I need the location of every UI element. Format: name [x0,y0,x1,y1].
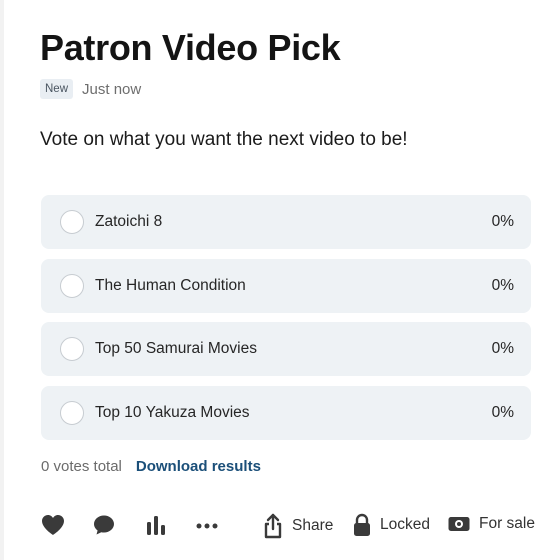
money-icon [448,517,470,531]
poll-option[interactable]: Zatoichi 8 0% [41,195,531,249]
poll-footer: 0 votes total Download results [41,458,261,475]
share-icon [264,513,282,539]
stats-icon [147,516,165,535]
post-meta: New Just now [40,79,141,99]
post-card: Patron Video Pick New Just now Vote on w… [0,0,560,560]
post-title: Patron Video Pick [40,27,341,68]
poll-option[interactable]: The Human Condition 0% [41,258,531,313]
poll-options: Zatoichi 8 0% The Human Condition 0% Top… [41,195,531,449]
comment-button[interactable] [92,513,116,537]
new-badge: New [40,79,74,99]
like-button[interactable] [40,513,66,537]
lock-icon [354,513,370,536]
option-label: The Human Condition [95,276,246,294]
for-sale-button[interactable]: For sale [447,513,535,535]
more-icon [196,523,218,529]
download-results-link[interactable]: Download results [136,458,261,475]
radio-button[interactable] [60,210,84,234]
locked-label: Locked [380,516,430,533]
option-percent: 0% [491,213,514,230]
locked-button[interactable]: Locked [352,513,430,537]
option-percent: 0% [491,340,514,357]
radio-button[interactable] [60,273,84,298]
radio-button[interactable] [60,400,84,425]
heart-icon [42,515,64,535]
stats-button[interactable] [144,513,168,537]
poll-option[interactable]: Top 10 Yakuza Movies 0% [41,385,531,440]
option-percent: 0% [491,276,514,294]
radio-button[interactable] [60,337,84,361]
action-bar: Share Locked For sale [40,513,535,543]
poll-option[interactable]: Top 50 Samurai Movies 0% [41,322,531,376]
card-border [0,0,4,560]
votes-total: 0 votes total [41,458,122,475]
for-sale-label: For sale [479,515,535,532]
comment-icon [94,515,114,535]
option-percent: 0% [491,403,514,421]
more-button[interactable] [195,513,219,537]
poll-prompt: Vote on what you want the next video to … [40,129,408,150]
option-label: Zatoichi 8 [95,213,163,230]
share-button[interactable]: Share [262,513,333,539]
share-label: Share [292,517,334,534]
option-label: Top 10 Yakuza Movies [95,403,250,421]
option-label: Top 50 Samurai Movies [95,340,257,357]
timestamp: Just now [82,80,142,98]
